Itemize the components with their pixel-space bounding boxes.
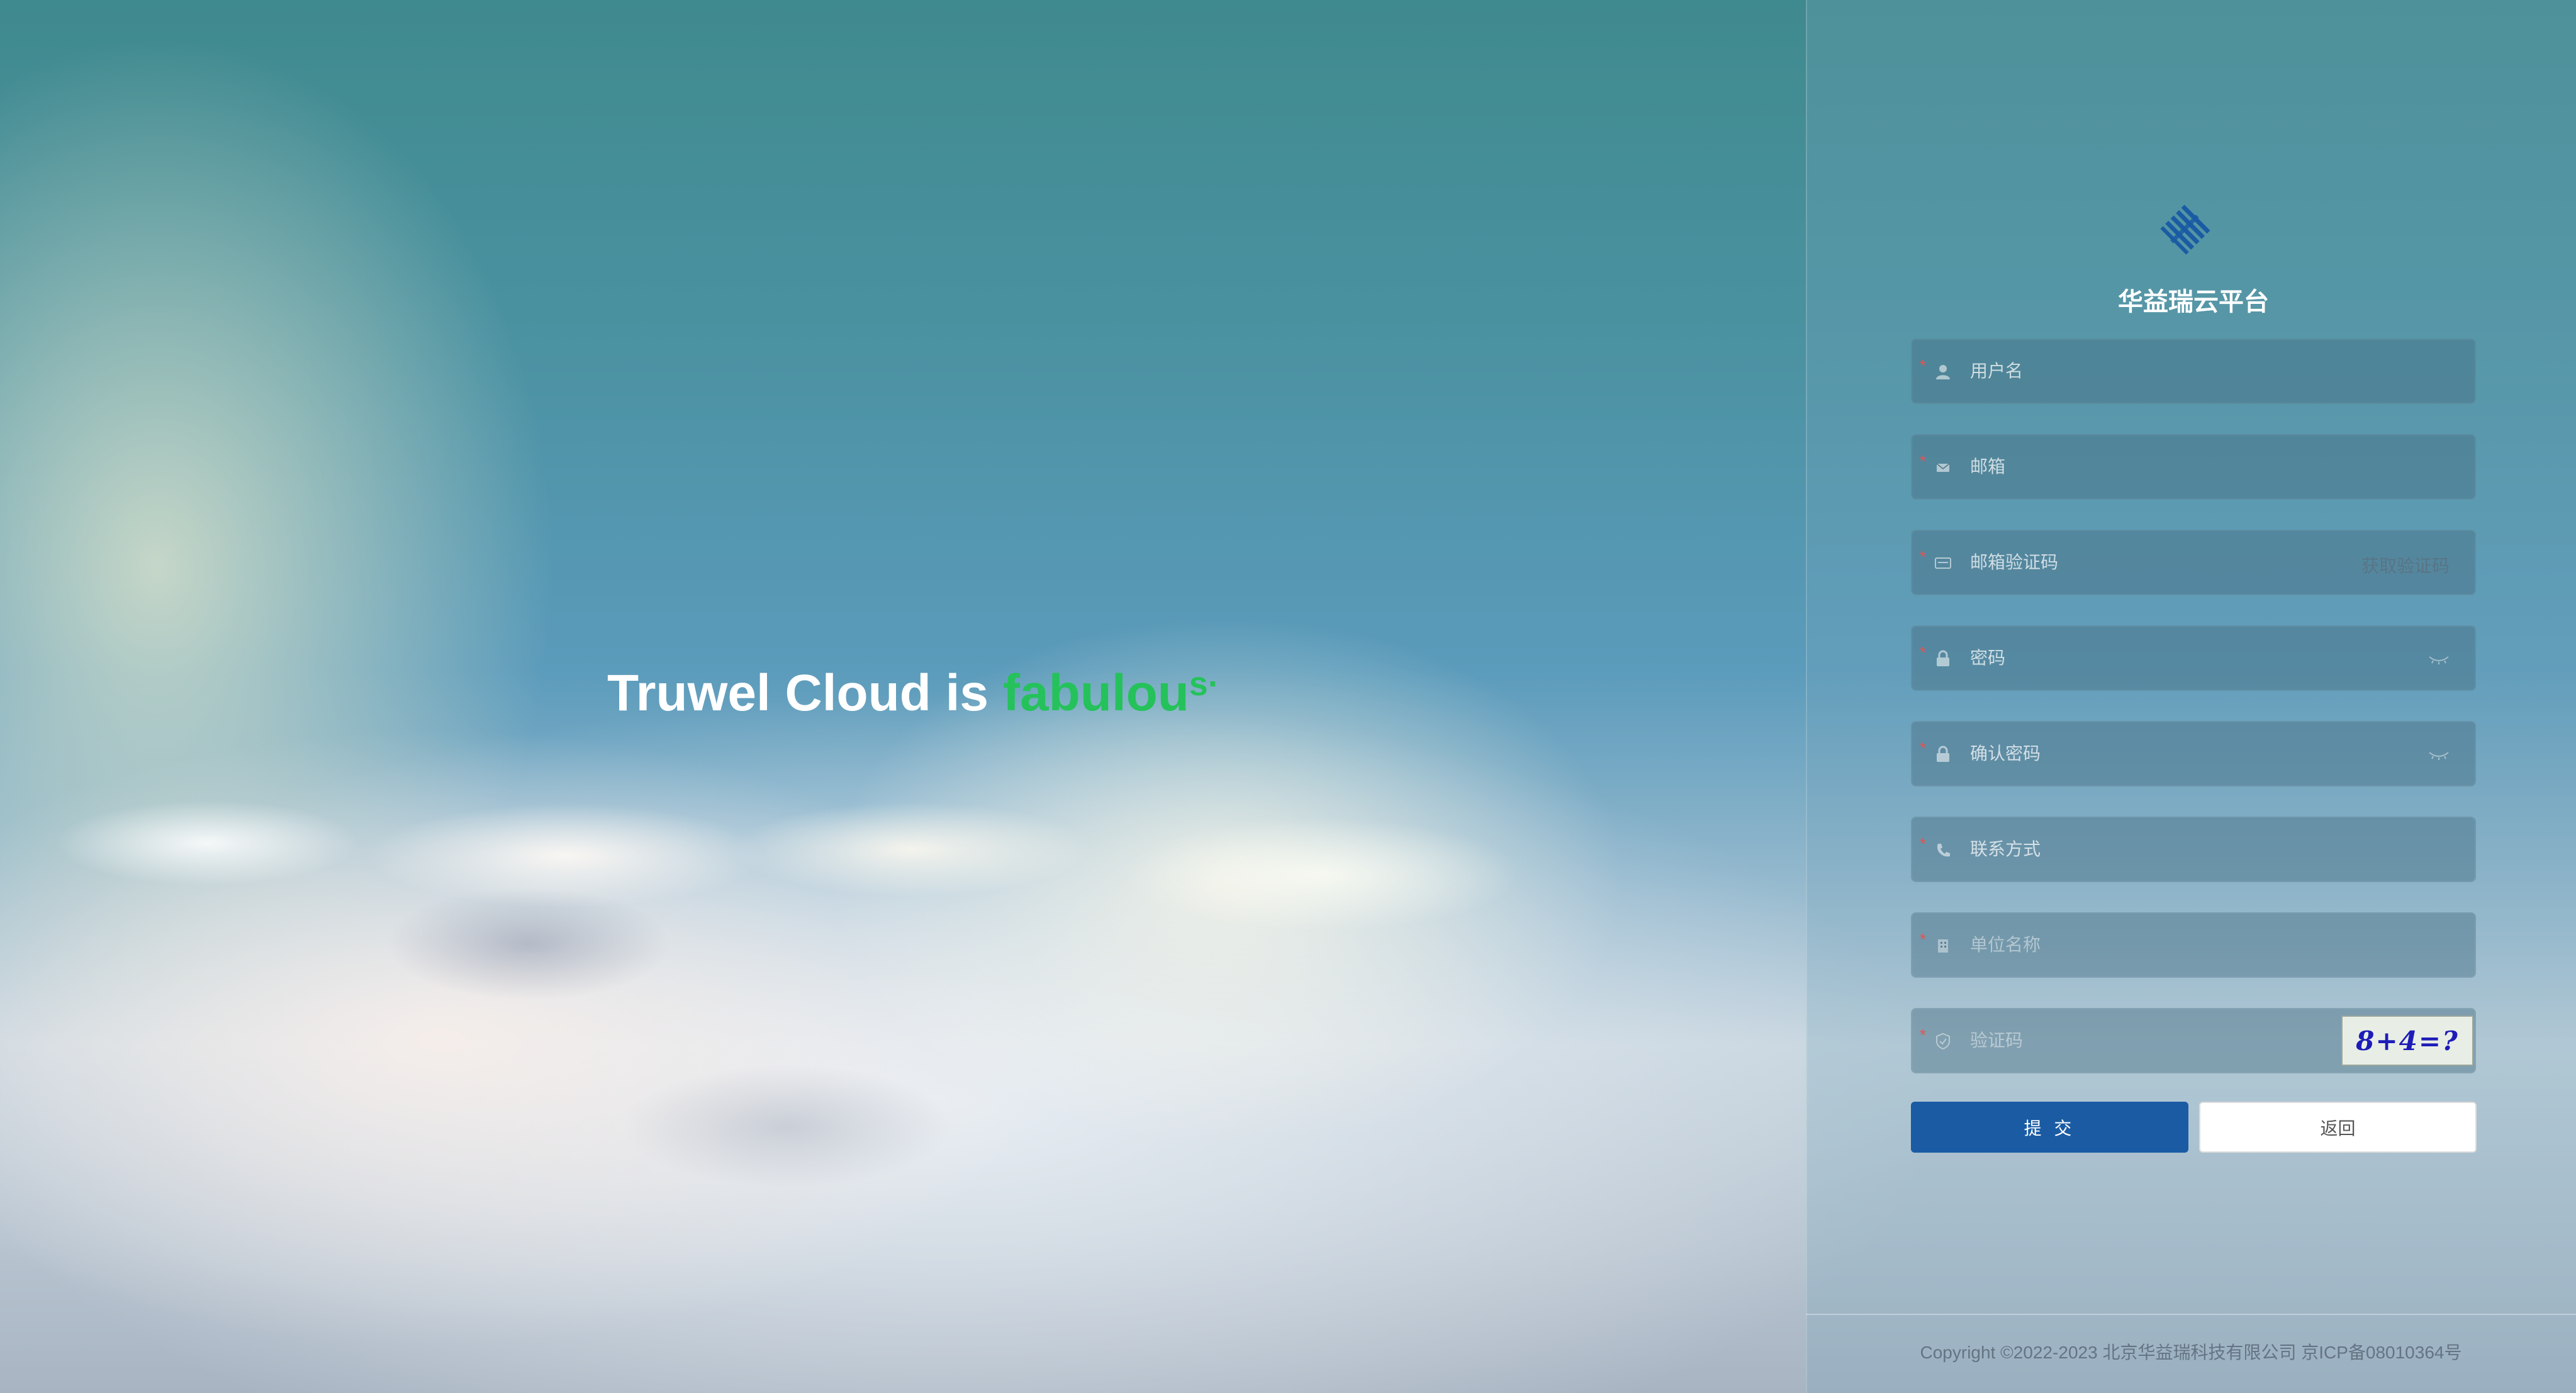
username-input[interactable]: [1970, 340, 2348, 403]
brand-name: 华益瑞云平台: [2118, 288, 2269, 316]
confirm-password-input[interactable]: [1970, 722, 2348, 785]
required-mark: *: [1920, 834, 1927, 853]
user-icon: [1936, 365, 1950, 379]
cloud-background: [0, 799, 1806, 1393]
organization-field: *: [1911, 912, 2476, 978]
captcha-image[interactable]: 8+4=?: [2341, 1015, 2473, 1066]
phone-icon: [1937, 844, 1950, 857]
register-page: Truwel Cloud is fabulous· 华益瑞云平台 * *: [0, 0, 2576, 1393]
contact-input[interactable]: [1970, 818, 2348, 881]
captcha-field: * 8+4=?: [1911, 1008, 2476, 1073]
footer-copyright: Copyright ©2022-2023 北京华益瑞科技有限公司 京ICP备08…: [1920, 1343, 2462, 1362]
lock-icon: [1937, 746, 1949, 762]
mail-icon: [1936, 463, 1950, 472]
required-mark: *: [1920, 547, 1927, 566]
required-mark: *: [1920, 1026, 1927, 1044]
submit-button[interactable]: 提 交: [1911, 1102, 2188, 1153]
hero-headline: Truwel Cloud is fabulous·: [607, 664, 1219, 723]
back-button[interactable]: 返回: [2199, 1102, 2477, 1153]
lock-icon: [1937, 650, 1949, 666]
required-mark: *: [1920, 739, 1927, 758]
captcha-input[interactable]: [1970, 1009, 2348, 1072]
required-mark: *: [1920, 356, 1927, 375]
organization-input[interactable]: [1970, 914, 2348, 976]
username-field: *: [1911, 338, 2476, 404]
required-mark: *: [1920, 643, 1927, 662]
confirm-password-field: *: [1911, 721, 2476, 786]
get-code-button[interactable]: 获取验证码: [2361, 552, 2450, 578]
email-code-input[interactable]: [1970, 531, 2348, 594]
email-input[interactable]: [1970, 435, 2348, 498]
headline-prefix: Truwel Cloud is: [607, 664, 1003, 722]
required-mark: *: [1920, 930, 1927, 949]
password-input[interactable]: [1970, 627, 2348, 690]
eye-closed-icon[interactable]: [2427, 652, 2451, 667]
shield-icon: [1936, 1032, 1950, 1050]
required-mark: *: [1920, 452, 1927, 471]
card-icon: [1935, 557, 1951, 569]
footer-divider: [1806, 1314, 2576, 1315]
email-field: *: [1911, 434, 2476, 500]
contact-field: *: [1911, 817, 2476, 882]
email-code-field: * 获取验证码: [1911, 530, 2476, 595]
headline-accent: fabulou: [1002, 664, 1189, 722]
building-icon: [1938, 939, 1948, 953]
eye-closed-icon[interactable]: [2427, 747, 2451, 763]
password-field: *: [1911, 625, 2476, 691]
brand-logo-icon: [2160, 204, 2210, 255]
headline-accent-tail: s·: [1189, 665, 1219, 703]
